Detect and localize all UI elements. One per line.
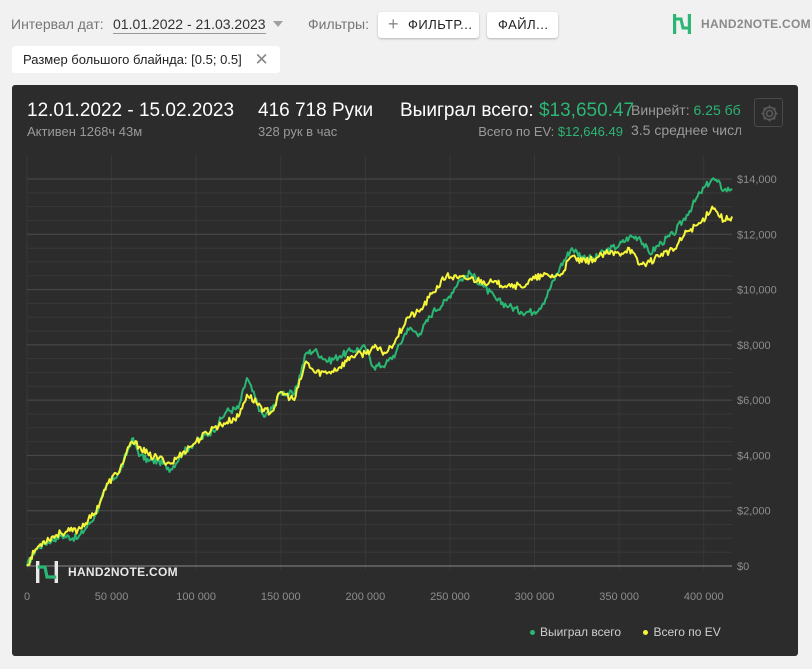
legend-dot-ev [643, 630, 649, 636]
graph-panel: $0 $2,000 $4,000 $6,000 $8,000 $10,000 $12,000… [12, 85, 798, 656]
total-ev: Всего по EV: $12,646.49 [478, 124, 623, 139]
winrate: Винрейт: 6.25 бб [631, 102, 741, 118]
x-tick-label: 200 000 [345, 591, 385, 603]
watermark-text: HAND2NOTE.COM [68, 565, 178, 579]
y-tick-label: $2,000 [737, 506, 771, 518]
x-tick-label: 100 000 [176, 591, 216, 603]
winrate-value: 6.25 бб [693, 102, 741, 118]
chart-legend: Выиграл всего Всего по EV [530, 625, 721, 639]
legend-item-ev[interactable]: Всего по EV [643, 625, 721, 639]
legend-label-won: Выиграл всего [540, 625, 622, 639]
date-range-select[interactable]: 01.01.2022 - 21.03.2023 [113, 16, 266, 34]
total-ev-label: Всего по EV: [478, 124, 555, 139]
y-tick-label: $10,000 [737, 285, 777, 297]
y-tick-label: $8,000 [737, 340, 771, 352]
y-tick-label: $0 [737, 561, 749, 573]
logo-text: HAND2NOTE.COM [701, 17, 811, 31]
logo-mark-icon [673, 14, 691, 34]
legend-dot-won [530, 630, 535, 636]
y-tick-label: $4,000 [737, 450, 771, 462]
hands-per-hour: 328 рук в час [258, 124, 338, 139]
hands-count: 416 718 Руки [258, 100, 374, 121]
total-won: Выиграл всего: $13,650.47 [400, 100, 634, 122]
logo-mark-icon [36, 561, 58, 583]
x-tick-label: 300 000 [515, 591, 555, 603]
winrate-label: Винрейт: [631, 102, 690, 118]
date-interval-label: Интервал дат: [11, 16, 104, 32]
add-filter-label: ФИЛЬТР... [408, 17, 473, 32]
x-tick-label: 400 000 [684, 591, 724, 603]
average-text: 3.5 среднее числ [631, 122, 741, 138]
file-button-label: ФАЙЛ... [498, 17, 549, 32]
filters-label: Фильтры: [308, 16, 369, 32]
x-tick-label: 50 000 [95, 591, 129, 603]
total-won-value: $13,650.47 [538, 100, 635, 121]
legend-label-ev: Всего по EV [653, 625, 721, 639]
gear-icon [761, 105, 778, 122]
period-range: 12.01.2022 - 15.02.2023 [27, 100, 235, 121]
y-tick-label: $14,000 [737, 174, 777, 186]
x-tick-label: 350 000 [599, 591, 639, 603]
close-icon[interactable]: ✕ [255, 46, 269, 73]
watermark-logo: HAND2NOTE.COM [34, 559, 178, 590]
plus-icon: + [388, 14, 400, 34]
x-tick-label: 0 [24, 591, 30, 603]
chevron-down-icon[interactable] [273, 21, 283, 27]
file-button[interactable]: ФАЙЛ... [487, 12, 558, 38]
active-filter-chip[interactable]: Размер большого блайнда: [0.5; 0.5] ✕ [12, 46, 280, 73]
y-tick-label: $12,000 [737, 229, 777, 241]
x-tick-label: 150 000 [261, 591, 301, 603]
total-won-label: Выиграл всего: [400, 100, 534, 121]
add-filter-button[interactable]: + ФИЛЬТР... [378, 12, 479, 38]
total-ev-value: $12,646.49 [557, 124, 623, 139]
toolbar: Интервал дат: 01.01.2022 - 21.03.2023 Фи… [0, 0, 812, 46]
active-filter-label: Размер большого блайнда: [0.5; 0.5] [23, 52, 242, 67]
settings-button[interactable] [754, 98, 783, 127]
y-tick-label: $6,000 [737, 395, 771, 407]
active-time: Активен 1268ч 43м [27, 124, 143, 139]
x-tick-label: 250 000 [430, 591, 470, 603]
legend-item-won[interactable]: Выиграл всего [530, 625, 621, 639]
